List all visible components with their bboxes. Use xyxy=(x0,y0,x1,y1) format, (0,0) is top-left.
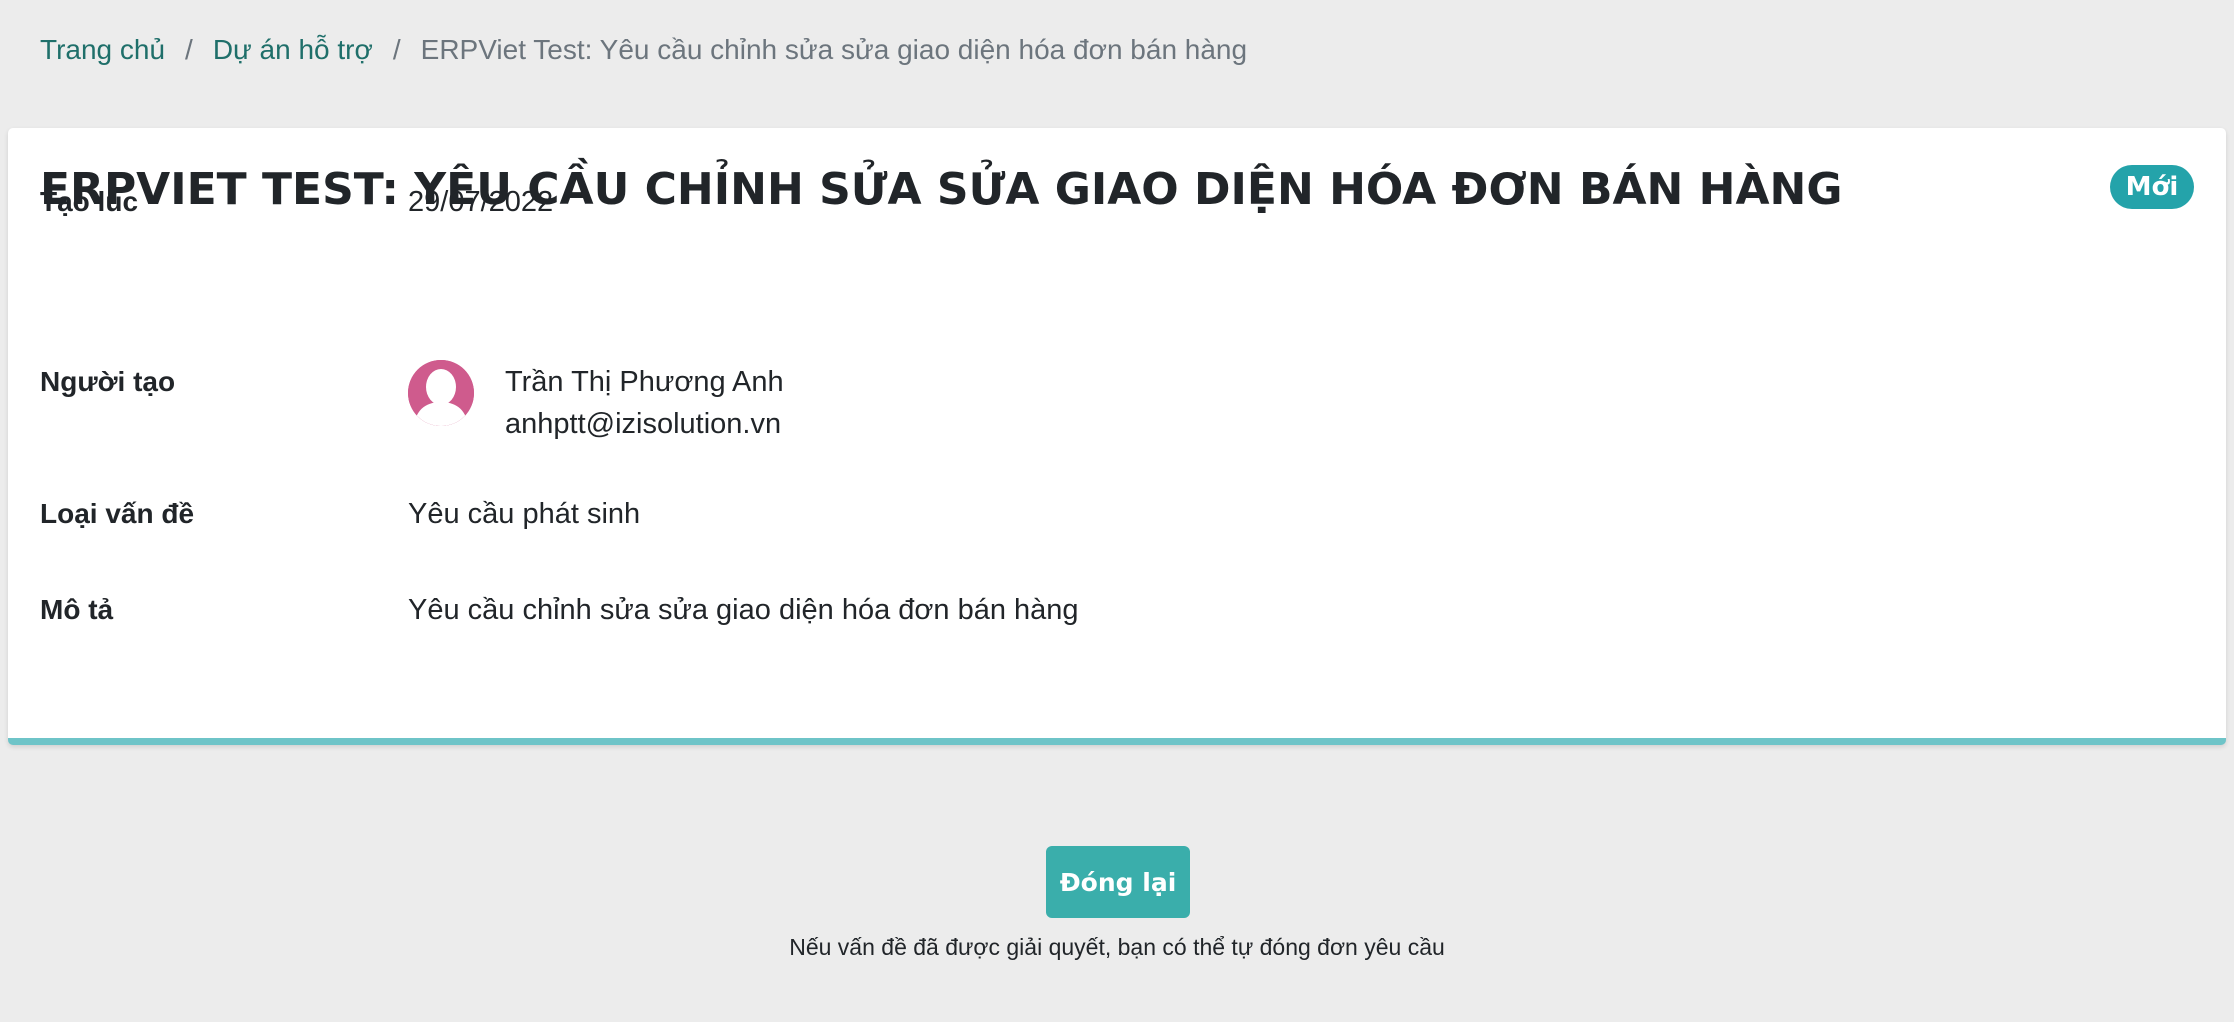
breadcrumb-separator: / xyxy=(392,34,401,65)
status-badge: Mới xyxy=(2110,165,2194,209)
created-label: Tạo lúc xyxy=(40,186,139,217)
user-silhouette-icon xyxy=(408,360,474,426)
description-value: Yêu cầu chỉnh sửa sửa giao diện hóa đơn … xyxy=(408,594,1079,626)
creator-label: Người tạo xyxy=(40,366,176,397)
avatar xyxy=(408,360,474,426)
created-value: 29/07/2022 xyxy=(408,186,554,218)
creator-name: Trần Thị Phương Anh xyxy=(505,366,784,398)
breadcrumb: Trang chủ / Dự án hỗ trợ / ERPViet Test:… xyxy=(40,30,1247,70)
breadcrumb-projects-link[interactable]: Dự án hỗ trợ xyxy=(213,34,373,66)
creator-email: anhptt@izisolution.vn xyxy=(505,408,782,440)
breadcrumb-separator: / xyxy=(185,34,193,65)
issue-type-value: Yêu cầu phát sinh xyxy=(408,498,641,530)
close-hint-text: Nếu vấn đề đã được giải quyết, bạn có th… xyxy=(789,934,1445,960)
breadcrumb-current: ERPViet Test: Yêu cầu chỉnh sửa sửa giao… xyxy=(420,34,1248,65)
issue-type-label: Loại vấn đề xyxy=(40,498,195,529)
breadcrumb-home-link[interactable]: Trang chủ xyxy=(40,34,165,66)
ticket-title: ERPVIET TEST: YÊU CẦU CHỈNH SỬA SỬA GIAO… xyxy=(40,164,1843,215)
close-ticket-button[interactable]: Đóng lại xyxy=(1046,846,1190,918)
description-label: Mô tả xyxy=(40,594,114,625)
ticket-card: ERPVIET TEST: YÊU CẦU CHỈNH SỬA SỬA GIAO… xyxy=(8,128,2226,745)
